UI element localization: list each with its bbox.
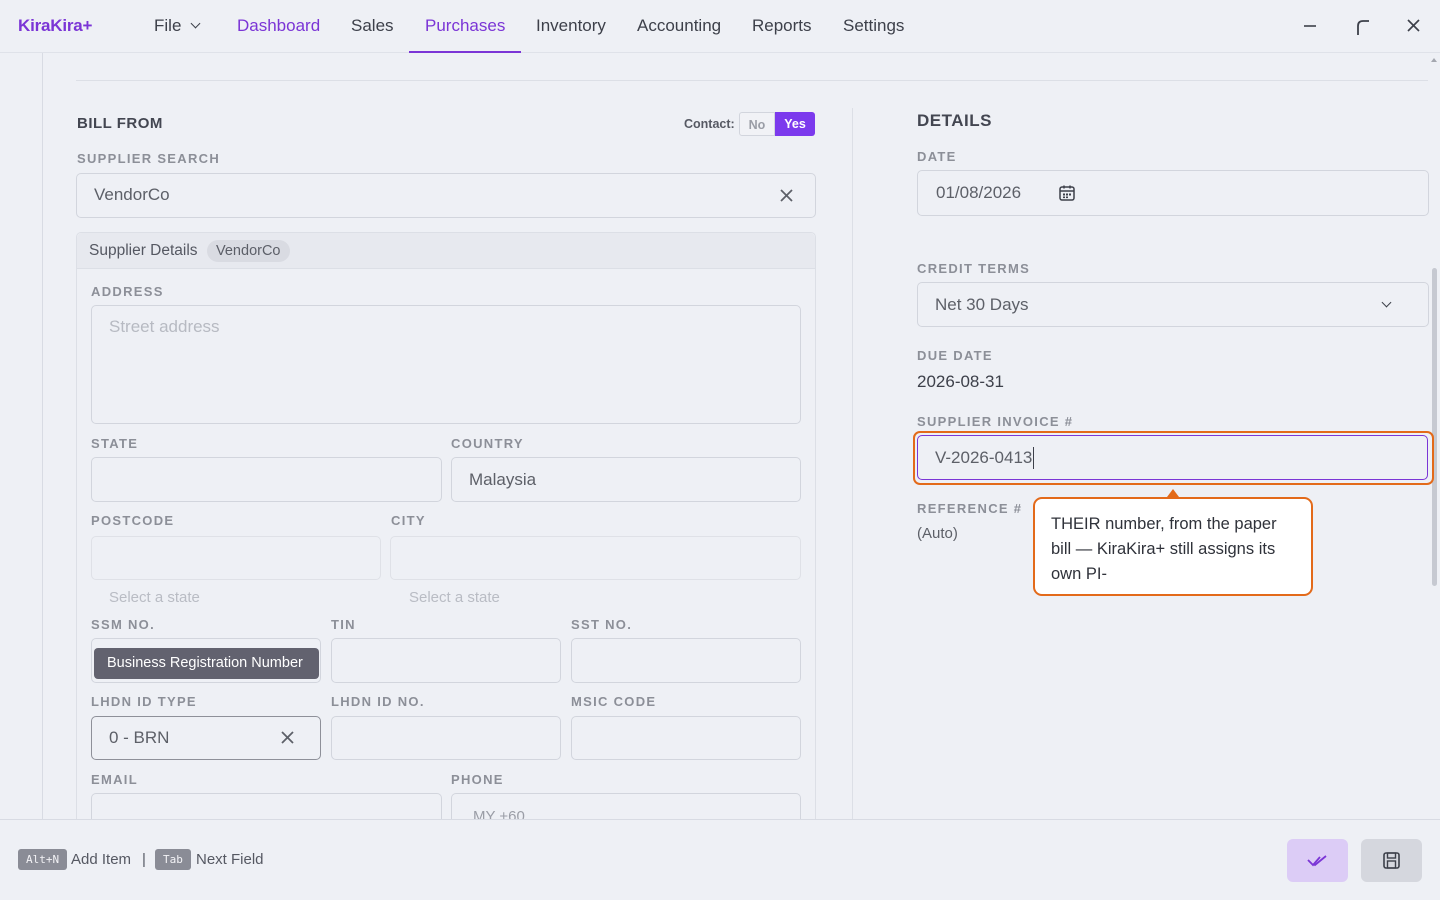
column-divider	[852, 108, 853, 819]
contact-label: Contact:	[684, 117, 735, 131]
nav-accounting[interactable]: Accounting	[637, 16, 721, 36]
restore-icon	[1357, 20, 1369, 35]
restore-button[interactable]	[1352, 15, 1374, 37]
credit-terms-label: CREDIT TERMS	[917, 261, 1031, 276]
guidance-tooltip: THEIR number, from the paper bill — Kira…	[1033, 497, 1313, 596]
scrollbar-thumb[interactable]	[1432, 268, 1437, 586]
supplier-search-input[interactable]	[76, 173, 816, 218]
contact-yes-toggle[interactable]: Yes	[775, 112, 815, 136]
shortcut-add-item-label: Add Item	[71, 851, 132, 868]
date-label: DATE	[917, 149, 957, 164]
active-tab-indicator	[409, 51, 521, 53]
postcode-field[interactable]	[91, 536, 381, 580]
shortcut-key-alt-n: Alt+N	[18, 849, 68, 870]
sst-field[interactable]	[571, 638, 801, 683]
save-icon	[1383, 852, 1400, 869]
sst-label: SST NO.	[571, 617, 633, 632]
close-icon	[281, 731, 294, 744]
left-gutter	[0, 53, 43, 819]
email-label: EMAIL	[91, 772, 138, 787]
lhdn-type-value: 0 - BRN	[109, 728, 170, 747]
supplier-details-title: Supplier Details	[89, 242, 198, 259]
nav-settings[interactable]: Settings	[843, 16, 904, 36]
country-label: COUNTRY	[451, 436, 524, 451]
tin-field[interactable]	[331, 638, 561, 683]
phone-label: PHONE	[451, 772, 504, 787]
calendar-button[interactable]	[1058, 184, 1076, 202]
app-logo[interactable]: KiraKira+	[18, 16, 92, 36]
clear-lhdn-type-button[interactable]	[278, 728, 298, 748]
nav-inventory[interactable]: Inventory	[536, 16, 606, 36]
scroll-up-arrow-icon[interactable]	[1431, 58, 1437, 62]
text-caret	[1033, 447, 1035, 469]
nav-dashboard[interactable]: Dashboard	[237, 16, 320, 36]
reference-value: (Auto)	[917, 525, 958, 542]
clear-supplier-button[interactable]	[777, 186, 797, 206]
supplier-chip: VendorCo	[207, 240, 290, 262]
supplier-invoice-value: V-2026-0413	[935, 448, 1033, 467]
reference-label: REFERENCE #	[917, 501, 1023, 516]
close-icon	[1407, 19, 1420, 32]
nav-sales[interactable]: Sales	[351, 16, 394, 36]
city-label: CITY	[391, 513, 426, 528]
contact-no-toggle[interactable]: No	[739, 112, 775, 136]
ssm-tooltip-tag: Business Registration Number	[94, 648, 319, 679]
calendar-icon	[1059, 185, 1075, 201]
save-button[interactable]	[1361, 839, 1422, 882]
state-field[interactable]	[91, 457, 442, 502]
tooltip-arrow	[1167, 489, 1179, 497]
date-value: 01/08/2026	[936, 183, 1022, 202]
double-check-icon	[1307, 855, 1327, 867]
shortcut-key-tab: Tab	[155, 849, 191, 870]
close-icon	[780, 189, 793, 202]
supplier-search-label: SUPPLIER SEARCH	[77, 151, 221, 166]
tin-label: TIN	[331, 617, 356, 632]
msic-label: MSIC CODE	[571, 694, 657, 709]
bill-from-title: BILL FROM	[77, 115, 163, 132]
nav-reports[interactable]: Reports	[752, 16, 812, 36]
credit-terms-value: Net 30 Days	[935, 295, 1029, 314]
supplier-invoice-label: SUPPLIER INVOICE #	[917, 414, 1074, 429]
shortcut-next-field-label: Next Field	[196, 851, 264, 868]
minimize-button[interactable]	[1299, 15, 1321, 37]
address-label: ADDRESS	[91, 284, 164, 299]
lhdn-no-label: LHDN ID NO.	[331, 694, 425, 709]
section-divider	[76, 80, 1428, 81]
due-date-label: DUE DATE	[917, 348, 993, 363]
country-value: Malaysia	[469, 470, 537, 489]
address-placeholder: Street address	[109, 317, 220, 336]
confirm-button[interactable]	[1287, 839, 1348, 882]
ssm-label: SSM NO.	[91, 617, 155, 632]
postcode-label: POSTCODE	[91, 513, 175, 528]
close-window-button[interactable]	[1403, 15, 1425, 37]
state-label: STATE	[91, 436, 139, 451]
postcode-hint: Select a state	[109, 589, 200, 606]
file-menu-label: File	[154, 16, 182, 35]
file-menu[interactable]: File	[154, 16, 201, 36]
due-date-value: 2026-08-31	[917, 372, 1004, 391]
lhdn-no-field[interactable]	[331, 716, 561, 760]
nav-purchases[interactable]: Purchases	[425, 16, 505, 36]
city-field[interactable]	[390, 536, 801, 580]
chevron-down-icon	[190, 18, 201, 29]
msic-field[interactable]	[571, 716, 801, 760]
supplier-search-value: VendorCo	[94, 185, 170, 204]
details-title: DETAILS	[917, 111, 992, 130]
city-hint: Select a state	[409, 589, 500, 606]
lhdn-type-label: LHDN ID TYPE	[91, 694, 197, 709]
minimize-icon	[1304, 25, 1316, 27]
shortcut-separator: |	[142, 851, 146, 868]
